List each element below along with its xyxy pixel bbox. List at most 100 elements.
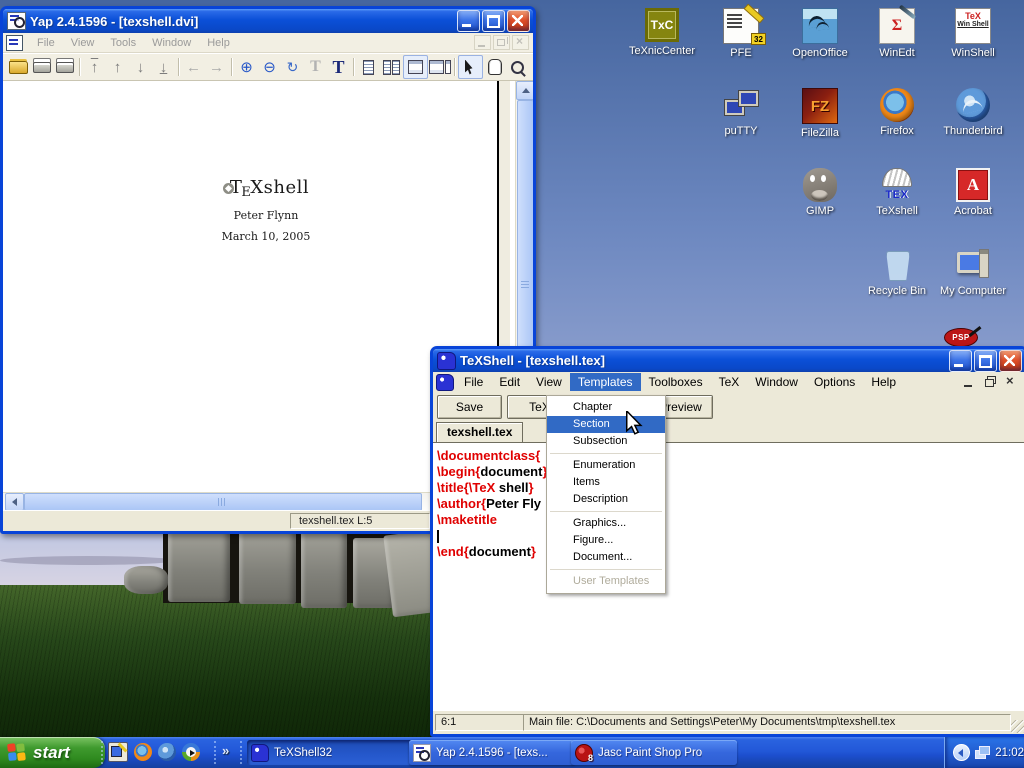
print-icon[interactable] [30,56,53,78]
menu-separator [550,569,662,570]
menu-item-description[interactable]: Description [547,491,665,508]
desktop-icon-label: Acrobat [934,205,1012,217]
hand-tool-icon[interactable] [483,56,506,78]
texshell-minimize-button[interactable] [949,350,972,372]
mdi-minimize-icon[interactable] [474,35,491,50]
mouse-cursor [625,411,645,435]
texshell-menu-toolboxes[interactable]: Toolboxes [641,373,711,391]
text-tool-icon[interactable]: T [327,56,350,78]
texshell-window-title: TeXShell - [texshell.tex] [460,353,947,368]
scroll-up-button[interactable] [516,81,533,100]
templates-dropdown-menu: ChapterSectionSubsection EnumerationItems… [546,395,666,594]
yap-menu-window[interactable]: Window [144,35,199,51]
editor-line: \maketitle [437,512,1024,528]
yap-menu-file[interactable]: File [29,35,63,51]
magnifier-tool-icon[interactable] [506,56,529,78]
tab-texshell-tex[interactable]: texshell.tex [436,422,523,442]
zoom-in-icon[interactable]: ⊕ [235,56,258,78]
pointer-tool-icon[interactable] [458,55,483,79]
texshell-button-save[interactable]: Save [437,395,502,419]
first-page-icon[interactable]: ↑ [83,56,106,78]
mdi-close-icon[interactable] [1002,374,1020,390]
desktop-icon-putty[interactable]: puTTY [702,88,780,137]
texshell-menu-help[interactable]: Help [863,373,904,391]
texshell-toolbar: SaveTeXPreview [433,392,1024,420]
page-width-icon[interactable] [403,55,428,79]
texshell-app-icon: TEX [880,168,914,202]
desktop-icon-filezilla[interactable]: FZFileZilla [781,88,859,139]
yap-close-button[interactable] [507,10,530,32]
desktop-icon-label: Firefox [858,125,936,137]
texshell-menu-tex[interactable]: TeX [711,373,748,391]
mdi-close-icon[interactable] [512,35,529,50]
menu-item-document[interactable]: Document... [547,549,665,566]
yap-titlebar[interactable]: Yap 2.4.1596 - [texshell.dvi] [3,9,533,33]
menu-item-enumeration[interactable]: Enumeration [547,457,665,474]
desktop-icon-thunderbird[interactable]: Thunderbird [934,88,1012,137]
ruler-tool-icon[interactable]: T [304,56,327,78]
texshell-menu-templates[interactable]: Templates [570,373,641,391]
taskbar-button-yap[interactable]: Yap 2.4.1596 - [texs... [409,740,575,765]
yap-minimize-button[interactable] [457,10,480,32]
openoffice-icon [802,8,838,44]
texshell-menu-window[interactable]: Window [747,373,806,391]
desktop-icon-recycle-bin[interactable]: Recycle Bin [858,248,936,297]
yap-app-icon [7,12,26,30]
menu-item-user-templates[interactable]: User Templates [547,573,665,590]
texshell-menu-view[interactable]: View [528,373,570,391]
desktop-icon-acrobat[interactable]: AAcrobat [934,168,1012,217]
page-width2-icon[interactable] [428,56,451,78]
desktop-icon-gimp[interactable]: GIMP [781,168,859,217]
mdi-minimize-icon[interactable] [960,374,978,390]
page-double-icon[interactable] [380,56,403,78]
yap-menu-view[interactable]: View [63,35,103,51]
texshell-menu-edit[interactable]: Edit [491,373,528,391]
desktop-icon-texshell-app[interactable]: TEXTeXshell [858,168,936,217]
back-icon[interactable]: ← [182,56,205,78]
menu-item-items[interactable]: Items [547,474,665,491]
yap-menu-help[interactable]: Help [199,35,238,51]
putty-icon [724,88,758,122]
desktop-icon-my-computer[interactable]: My Computer [934,248,1012,297]
texshell-tab-row: texshell.tex [433,420,1024,442]
open-folder-icon[interactable] [7,56,30,78]
desktop-icon-texniccenter[interactable]: TxCTeXnicCenter [623,8,701,57]
desktop-icon-winshell[interactable]: TeXWin ShellWinShell [934,8,1012,59]
texshell-maximize-button[interactable] [974,350,997,372]
mdi-restore-icon[interactable] [981,374,999,390]
forward-icon[interactable]: → [205,56,228,78]
texshell-close-button[interactable] [999,350,1022,372]
desktop-icon-firefox[interactable]: Firefox [858,88,936,137]
taskbar-buttons: TeXShell32Yap 2.4.1596 - [texs...8Jasc P… [0,737,1024,768]
last-page-icon[interactable]: ↓ [152,56,175,78]
refresh-icon[interactable]: ↻ [281,56,304,78]
texshell-menu-options[interactable]: Options [806,373,863,391]
filezilla-icon: FZ [802,88,838,124]
desktop-icon-winedt[interactable]: ΣWinEdt [858,8,936,59]
next-page-icon[interactable]: ↓ [129,56,152,78]
texshell-menu-file[interactable]: File [456,373,491,391]
zoom-out-icon[interactable]: ⊖ [258,56,281,78]
taskbar-button-psp[interactable]: 8Jasc Paint Shop Pro [571,740,737,765]
resize-grip[interactable] [1011,720,1024,733]
taskbar-button-texshell[interactable]: TeXShell32 [247,740,413,765]
menu-item-graphics[interactable]: Graphics... [547,515,665,532]
horizontal-scroll-thumb[interactable] [24,493,422,511]
scroll-left-button[interactable] [5,493,24,511]
page-single-icon[interactable] [357,56,380,78]
mdi-restore-icon[interactable] [493,35,510,50]
desktop-icon-pfe[interactable]: 32PFE [702,8,780,59]
menu-item-section[interactable]: Section [547,416,665,433]
menu-item-subsection[interactable]: Subsection [547,433,665,450]
tray-chevron-button[interactable] [953,744,970,761]
yap-menu-tools[interactable]: Tools [102,35,144,51]
prev-page-icon[interactable]: ↑ [106,56,129,78]
texshell-editor[interactable]: \documentclass{\begin{document}\title{\T… [433,442,1024,711]
print-setup-icon[interactable] [53,56,76,78]
yap-maximize-button[interactable] [482,10,505,32]
texshell-titlebar[interactable]: TeXShell - [texshell.tex] [433,349,1024,372]
menu-item-chapter[interactable]: Chapter [547,399,665,416]
desktop-icon-openoffice[interactable]: OpenOffice [781,8,859,59]
menu-item-figure[interactable]: Figure... [547,532,665,549]
network-tray-icon[interactable] [975,746,991,760]
